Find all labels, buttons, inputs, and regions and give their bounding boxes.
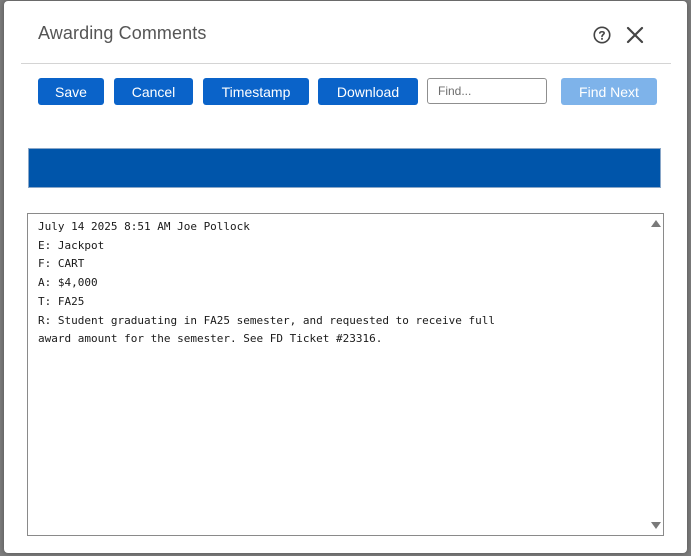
cancel-button[interactable]: Cancel bbox=[114, 78, 193, 105]
save-button[interactable]: Save bbox=[38, 78, 104, 105]
comments-text[interactable]: July 14 2025 8:51 AM Joe Pollock E: Jack… bbox=[38, 218, 638, 349]
comment-line: E: Jackpot bbox=[38, 238, 105, 252]
header-divider bbox=[21, 63, 671, 64]
dialog-title: Awarding Comments bbox=[38, 23, 207, 43]
awarding-comments-dialog: Awarding Comments Save Cancel Timestamp … bbox=[4, 1, 687, 553]
download-button[interactable]: Download bbox=[318, 78, 418, 105]
comment-line: A: $4,000 bbox=[38, 276, 98, 290]
vertical-scrollbar[interactable] bbox=[649, 214, 663, 535]
comments-textarea[interactable]: July 14 2025 8:51 AM Joe Pollock E: Jack… bbox=[27, 213, 664, 536]
comment-line: R: Student graduating in FA25 semester, … bbox=[38, 313, 495, 327]
scroll-down-arrow-icon[interactable] bbox=[651, 522, 661, 529]
comment-line: F: CART bbox=[38, 257, 85, 271]
help-icon[interactable] bbox=[593, 26, 611, 44]
scroll-up-arrow-icon[interactable] bbox=[651, 220, 661, 227]
status-banner bbox=[28, 148, 661, 188]
find-next-button[interactable]: Find Next bbox=[561, 78, 657, 105]
find-input[interactable] bbox=[427, 78, 547, 104]
timestamp-button[interactable]: Timestamp bbox=[203, 78, 309, 105]
comment-line: award amount for the semester. See FD Ti… bbox=[38, 332, 383, 346]
comment-line: July 14 2025 8:51 AM Joe Pollock bbox=[38, 220, 250, 233]
comment-line: T: FA25 bbox=[38, 294, 85, 308]
close-icon[interactable] bbox=[625, 25, 645, 45]
